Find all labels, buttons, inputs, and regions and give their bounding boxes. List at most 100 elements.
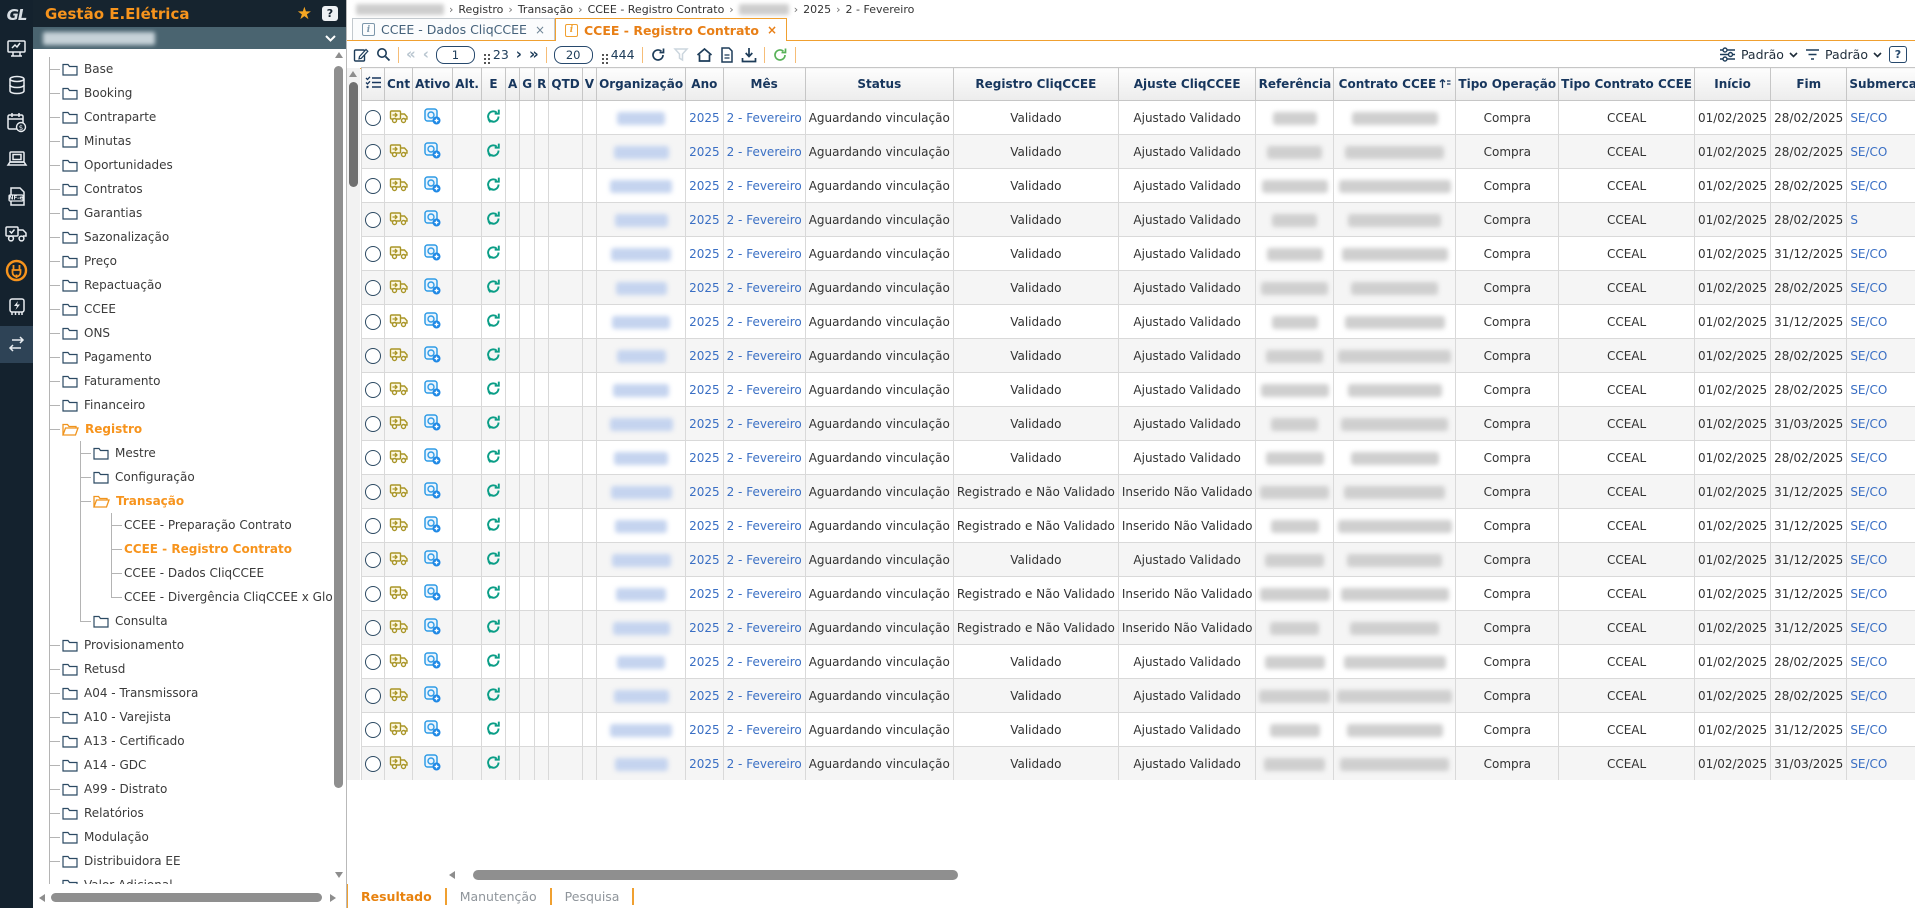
copy-add-icon[interactable] (424, 175, 441, 196)
col-header-contrato-ccee[interactable]: Contrato CCEE (1333, 67, 1457, 101)
ano-link[interactable]: 2025 (689, 485, 720, 499)
ano-link[interactable]: 2025 (689, 281, 720, 295)
breadcrumb-item-transa-o[interactable]: Transação (518, 3, 573, 16)
tree-item-configura-o[interactable]: Configuração (93, 465, 332, 489)
tree-item-registro[interactable]: Registro (62, 417, 332, 441)
ano-link[interactable]: 2025 (689, 179, 720, 193)
truck-transfer-icon[interactable] (389, 756, 409, 773)
row-select-radio[interactable] (365, 449, 381, 466)
submercado-link[interactable]: SE/CO (1850, 179, 1887, 193)
ano-link[interactable]: 2025 (689, 757, 720, 771)
recycle-icon[interactable] (485, 721, 502, 740)
prev-page-icon[interactable]: ‹ (423, 47, 429, 62)
mes-link[interactable]: 2 - Fevereiro (727, 757, 802, 771)
row-select-radio[interactable] (365, 483, 381, 500)
layout-selector[interactable]: Padrão (1719, 47, 1798, 62)
breadcrumb-item-2025[interactable]: 2025 (803, 3, 831, 16)
ano-link[interactable]: 2025 (689, 553, 720, 567)
row-select-radio[interactable] (365, 551, 381, 568)
tree-item-ccee-registro-contrato[interactable]: CCEE - Registro Contrato (124, 537, 332, 561)
mes-link[interactable]: 2 - Fevereiro (727, 621, 802, 635)
tree-item-retusd[interactable]: Retusd (62, 657, 332, 681)
close-icon[interactable]: × (535, 23, 545, 37)
mes-link[interactable]: 2 - Fevereiro (727, 655, 802, 669)
copy-add-icon[interactable] (424, 515, 441, 536)
col-header-g[interactable]: G (519, 67, 536, 101)
truck-transfer-icon[interactable] (389, 450, 409, 467)
mes-link[interactable]: 2 - Fevereiro (727, 451, 802, 465)
bottom-tab-resultado[interactable]: Resultado (348, 887, 447, 905)
row-select-radio[interactable] (365, 619, 381, 636)
laptop-icon[interactable] (0, 141, 33, 178)
favorite-star-icon[interactable]: ★ (297, 4, 312, 24)
submercado-link[interactable]: SE/CO (1850, 417, 1887, 431)
ano-link[interactable]: 2025 (689, 587, 720, 601)
ano-link[interactable]: 2025 (689, 145, 720, 159)
ano-link[interactable]: 2025 (689, 383, 720, 397)
download-icon[interactable] (741, 47, 757, 63)
submercado-link[interactable]: SE/CO (1850, 315, 1887, 329)
scroll-down-icon[interactable] (335, 872, 343, 878)
help-icon[interactable]: ? (322, 6, 338, 21)
copy-add-icon[interactable] (424, 651, 441, 672)
ano-link[interactable]: 2025 (689, 349, 720, 363)
mes-link[interactable]: 2 - Fevereiro (727, 723, 802, 737)
tree-item-a14-gdc[interactable]: A14 - GDC (62, 753, 332, 777)
scrollbar-thumb[interactable] (51, 893, 322, 902)
recycle-icon[interactable] (485, 245, 502, 264)
truck-check-icon[interactable] (0, 215, 33, 252)
col-header-fim[interactable]: Fim (1770, 67, 1848, 101)
col-header-select[interactable] (361, 67, 385, 101)
copy-add-icon[interactable] (424, 481, 441, 502)
tree-item-consulta[interactable]: Consulta (93, 609, 332, 633)
tree-item-relat-rios[interactable]: Relatórios (62, 801, 332, 825)
copy-add-icon[interactable] (424, 141, 441, 162)
tree-item-pagamento[interactable]: Pagamento (62, 345, 332, 369)
submercado-link[interactable]: S (1850, 213, 1858, 227)
col-header-submercado[interactable]: Submercado (1846, 67, 1915, 101)
truck-transfer-icon[interactable] (389, 348, 409, 365)
sidebar-horizontal-scrollbar[interactable] (39, 892, 336, 904)
row-select-radio[interactable] (365, 755, 381, 772)
recycle-icon[interactable] (485, 449, 502, 468)
next-page-icon[interactable]: › (516, 47, 522, 62)
mes-link[interactable]: 2 - Fevereiro (727, 383, 802, 397)
row-select-radio[interactable] (365, 653, 381, 670)
mes-link[interactable]: 2 - Fevereiro (727, 213, 802, 227)
copy-add-icon[interactable] (424, 413, 441, 434)
truck-transfer-icon[interactable] (389, 722, 409, 739)
col-header-a[interactable]: A (504, 67, 521, 101)
recycle-icon[interactable] (485, 619, 502, 638)
col-header-qtd[interactable]: QTD (548, 67, 583, 101)
submercado-link[interactable]: SE/CO (1850, 485, 1887, 499)
col-header-alt[interactable]: Alt. (452, 67, 482, 101)
submercado-link[interactable]: SE/CO (1850, 723, 1887, 737)
ano-link[interactable]: 2025 (689, 315, 720, 329)
col-header-m-s[interactable]: Mês (722, 67, 806, 101)
dashboard-monitor-icon[interactable] (0, 30, 33, 67)
tree-item-valor-adicional[interactable]: Valor Adicional (62, 873, 332, 884)
truck-transfer-icon[interactable] (389, 518, 409, 535)
tree-item-minutas[interactable]: Minutas (62, 129, 332, 153)
first-page-icon[interactable]: « (406, 47, 416, 62)
row-select-radio[interactable] (365, 211, 381, 228)
col-header-v[interactable]: V (581, 67, 598, 101)
submercado-link[interactable]: SE/CO (1850, 349, 1887, 363)
mes-link[interactable]: 2 - Fevereiro (727, 485, 802, 499)
copy-add-icon[interactable] (424, 345, 441, 366)
ano-link[interactable]: 2025 (689, 723, 720, 737)
row-select-radio[interactable] (365, 245, 381, 262)
mes-link[interactable]: 2 - Fevereiro (727, 179, 802, 193)
bottom-tab-manuten-o[interactable]: Manutenção (447, 887, 552, 905)
ano-link[interactable]: 2025 (689, 519, 720, 533)
copy-add-icon[interactable] (424, 685, 441, 706)
copy-add-icon[interactable] (424, 107, 441, 128)
row-select-radio[interactable] (365, 415, 381, 432)
col-header-ano[interactable]: Ano (685, 67, 724, 101)
row-select-radio[interactable] (365, 687, 381, 704)
truck-transfer-icon[interactable] (389, 552, 409, 569)
swap-arrows-icon[interactable] (0, 326, 33, 363)
submercado-link[interactable]: SE/CO (1850, 111, 1887, 125)
recycle-icon[interactable] (485, 415, 502, 434)
col-header-tipo-contrato-ccee[interactable]: Tipo Contrato CCEE (1558, 67, 1695, 101)
